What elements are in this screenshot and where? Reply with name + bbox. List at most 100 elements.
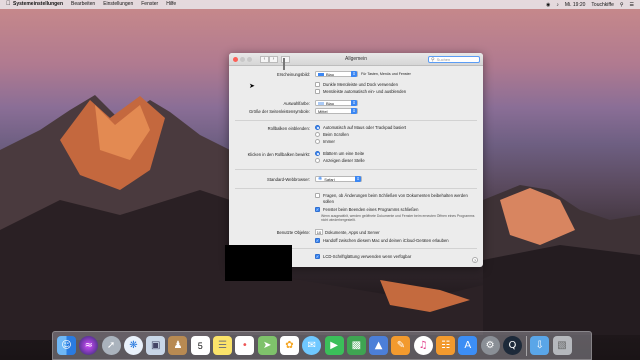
click-option-page[interactable]: Blättern um eine Seite [315,151,364,156]
menu-item-bearbeiten[interactable]: Bearbeiten [71,0,95,9]
auto-hide-menu-checkbox[interactable]: Menüleiste automatisch ein- und ausblend… [315,89,406,94]
radio-button [315,151,320,156]
checkbox-box: ✓ [315,238,320,243]
sidebar-icon-size-label: Größe der Seitenleistensymbole: [249,109,310,114]
radio-button [315,125,320,130]
menu-item-hilfe[interactable]: Hilfe [166,0,176,9]
scrollbars-option-scrolling[interactable]: Beim Scrollen [315,132,349,137]
notes-icon[interactable]: ☰ [213,336,233,355]
search-field[interactable]: ⚲ Suchen [428,56,480,63]
mouse-pointer-icon: ➤ [249,83,255,90]
apple-menu-icon[interactable]:  [6,0,13,9]
appearance-popup[interactable]: Blau ⇕ [315,71,358,77]
clock[interactable]: Mi. 19:20 [565,2,586,8]
search-icon: ⚲ [431,56,435,63]
recent-items-value: 10 [316,229,322,235]
help-button[interactable]: ? [472,257,478,263]
scrollbars-option-always[interactable]: Immer [315,139,335,144]
maps-icon[interactable]: ➤ [257,336,277,355]
general-preferences-window: ‹ › Allgemein ⚲ Suchen Erscheinungsbild:… [229,53,483,267]
ask-keep-changes-checkbox[interactable]: Fragen, ob Änderungen beim Schließen von… [315,193,475,204]
calendar-icon[interactable]: 5 [190,336,210,355]
appearance-label: Erscheinungsbild: [276,72,310,77]
click-option-text: Blättern um eine Seite [323,151,365,156]
forward-button[interactable]: › [269,55,278,63]
spotlight-icon[interactable]: ⚲ [620,2,624,8]
menu-extras: ◉ ♪ Mi. 19:20 Touchkiffe ⚲ ☰ [540,2,634,8]
quicktime-icon[interactable]: Q [502,336,522,355]
black-overlay-box [225,245,292,281]
navigation-buttons: ‹ › [260,55,278,63]
checkbox-box [315,193,320,198]
menu-item-einstellungen[interactable]: Einstellungen [103,0,133,9]
traffic-lights [233,56,254,62]
dark-menu-checkbox[interactable]: Dunkle Menüleiste und Dock verwenden [315,82,398,87]
menu-app-name[interactable]: Systemeinstellungen [13,0,63,9]
trash-icon[interactable]: ▧ [552,336,572,355]
sidebar-icon-size-value: Mittel [318,108,328,114]
volume-icon[interactable]: ♪ [556,2,559,8]
scrollbars-option-auto[interactable]: Automatisch auf Maus oder Trackpad basie… [315,125,406,130]
facetime-icon[interactable]: ▶ [324,336,344,355]
notification-center-icon[interactable]: ☰ [630,2,634,8]
highlight-value: Blau [326,100,335,106]
sidebar-icon-size-popup[interactable]: Mittel ⇕ [315,108,358,114]
popup-arrows-icon: ⇕ [355,176,361,182]
wifi-icon[interactable]: ◉ [546,2,550,8]
appearance-value: Blau [326,71,335,77]
siri-icon[interactable]: ≈ [79,336,99,355]
radio-button [315,132,320,137]
dock: ☺ ≈ ➚ ❋ ▣ ♟ 5 ☰ • ➤ ✿ ✉ ▶ ▩ ▲ ✎ ♫ ☷ A ⚙ … [52,331,592,360]
window-titlebar: ‹ › Allgemein ⚲ Suchen [229,53,483,70]
reminders-icon[interactable]: • [235,336,255,355]
close-window-button[interactable] [233,56,238,62]
highlight-color-popup[interactable]: Blau ⇕ [315,100,358,106]
calendar-day: 5 [197,340,203,351]
keynote-icon[interactable]: ▲ [369,336,389,355]
app-store-icon[interactable]: A [458,336,478,355]
separator [235,188,477,189]
system-preferences-icon[interactable]: ⚙ [480,336,500,355]
default-browser-popup[interactable]: ❋ Safari ⇕ [315,176,362,182]
back-button[interactable]: ‹ [260,55,269,63]
highlight-color-label: Auswahlfarbe: [283,101,310,106]
radio-button [315,139,320,144]
safari-icon[interactable]: ❋ [123,336,143,355]
minimize-window-button[interactable] [240,56,245,62]
recent-items-label: Benutzte Objekte: [276,230,310,235]
handoff-checkbox[interactable]: ✓ Handoff zwischen diesem Mac und deinen… [315,238,449,243]
scrollbars-option-text: Immer [323,139,335,144]
lcd-smoothing-checkbox[interactable]: ✓ LCD-Schriftglättung verwenden wenn ver… [315,254,411,259]
zoom-window-button[interactable] [247,56,252,62]
close-windows-note: Wenn ausgewählt, werden geöffnete Dokume… [321,214,475,223]
radio-button [315,158,320,163]
itunes-icon[interactable]: ♫ [413,336,433,355]
default-browser-value: Safari [324,176,335,182]
preferences-content: Erscheinungsbild: Blau ⇕ Für Tasten, Men… [229,66,483,267]
popup-arrows-icon: ⇕ [351,108,357,114]
launchpad-icon[interactable]: ➚ [101,336,121,355]
recent-items-popup[interactable]: 10 [315,229,323,235]
downloads-folder-icon[interactable]: ⇩ [530,336,550,355]
numbers-icon[interactable]: ▩ [346,336,366,355]
photos-icon[interactable]: ✿ [279,336,299,355]
contacts-icon[interactable]: ♟ [168,336,188,355]
close-windows-text: Fenster beim Beenden eines Programms sch… [323,207,419,212]
ibooks-icon[interactable]: ☷ [436,336,456,355]
close-windows-checkbox[interactable]: ✓ Fenster beim Beenden eines Programms s… [315,207,418,212]
dark-menu-text: Dunkle Menüleiste und Dock verwenden [323,82,398,87]
accent-swatch [318,72,324,76]
pages-icon[interactable]: ✎ [391,336,411,355]
finder-icon[interactable]: ☺ [57,336,76,355]
show-all-grid-icon[interactable] [281,55,290,70]
recent-items-suffix: Dokumente, Apps und Server [325,229,380,235]
menu-item-fenster[interactable]: Fenster [141,0,158,9]
user-menu[interactable]: Touchkiffe [591,2,613,8]
search-placeholder: Suchen [436,57,451,62]
scrollbar-click-label: Klicken in den Rollbalken bewirkt: [247,152,310,157]
handoff-text: Handoff zwischen diesem Mac und deinen i… [323,238,449,243]
click-option-spot[interactable]: Anzeigen dieser Stelle [315,158,365,163]
separator [235,120,477,121]
photo-preview-icon[interactable]: ▣ [146,336,166,355]
messages-icon[interactable]: ✉ [302,336,322,355]
